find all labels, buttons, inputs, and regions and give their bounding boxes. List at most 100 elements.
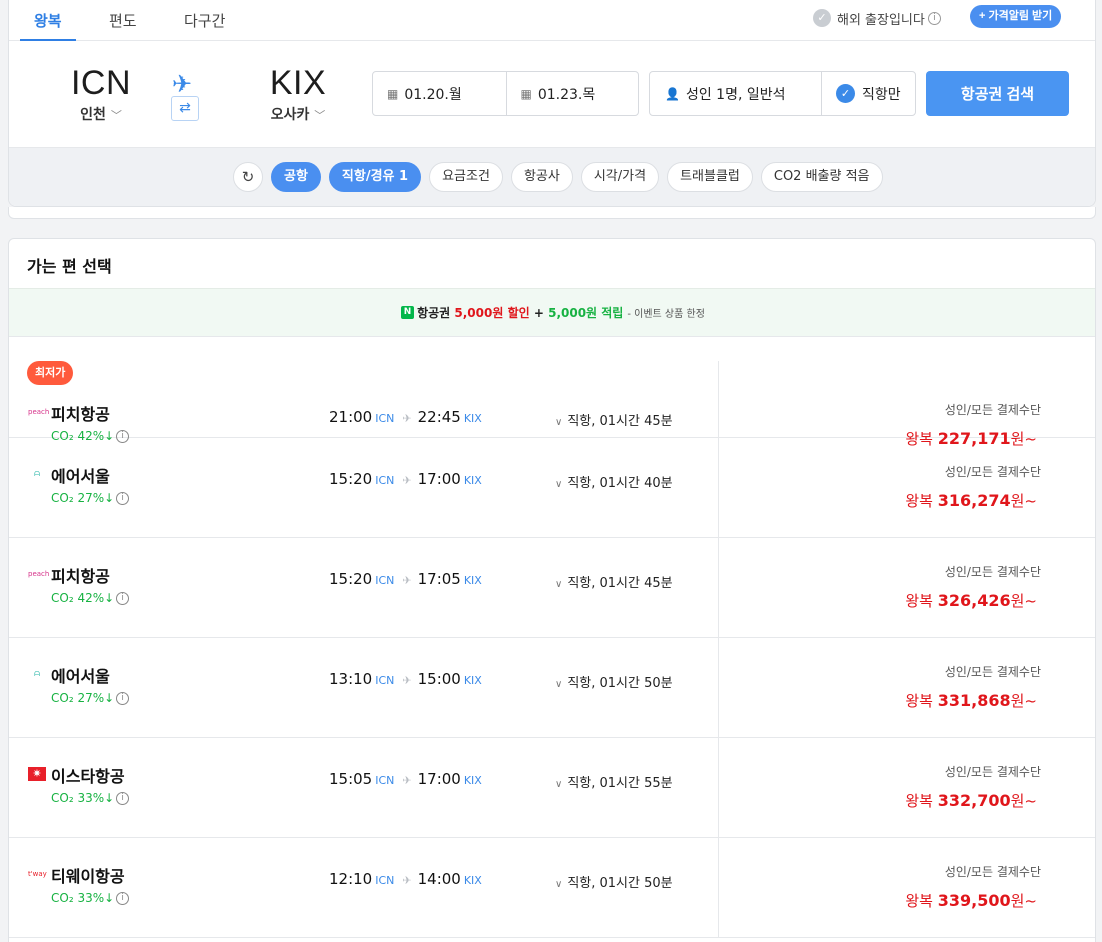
filter-chip-fare[interactable]: 요금조건 (429, 162, 503, 192)
flight-row[interactable]: ᗩ 에어서울 CO₂ 27%↓ i 13:10 ICN ✈ 15:00 KIX … (9, 638, 1095, 738)
price-amount: 331,868 (937, 691, 1011, 710)
filter-bar: ↻ 공항 직항/경유 1 요금조건 항공사 시각/가격 트래블클럽 CO2 배출… (9, 147, 1095, 206)
chevron-down-icon: ∨ (555, 417, 563, 428)
divider (718, 538, 719, 638)
price-unit: 원~ (1010, 692, 1037, 710)
destination-code: KIX (269, 64, 327, 102)
business-trip-toggle[interactable]: ✓ 해외 출장입니다 i (813, 8, 941, 28)
payment-condition: 성인/모든 결제수단 (944, 865, 1041, 879)
info-icon[interactable]: i (116, 791, 130, 805)
departure-time: 15:20 (329, 470, 373, 488)
arrival-airport: KIX (463, 674, 482, 687)
arrival-time: 22:45 (417, 408, 461, 426)
promo-plus: + (533, 305, 544, 320)
direct-only-checkbox[interactable]: ✓ 직항만 (822, 72, 915, 115)
swap-airports-button[interactable]: ⇄ (171, 96, 199, 121)
info-icon[interactable]: i (116, 591, 130, 605)
price-unit: 원~ (1010, 892, 1037, 910)
price-unit: 원~ (1010, 592, 1037, 610)
flight-duration[interactable]: ∨ 직항, 01시간 50분 (555, 672, 673, 691)
arrival-time: 17:05 (417, 570, 461, 588)
departure-airport: ICN (375, 474, 395, 487)
flight-duration[interactable]: ∨ 직항, 01시간 50분 (555, 872, 673, 891)
flight-price[interactable]: 왕복 332,700원~ (905, 790, 1037, 811)
flight-row[interactable]: ᗩ 에어서울 CO₂ 27%↓ i 15:20 ICN ✈ 17:00 KIX … (9, 438, 1095, 538)
filter-chip-stops[interactable]: 직항/경유 1 (328, 162, 422, 192)
flight-price[interactable]: 왕복 331,868원~ (905, 690, 1037, 711)
chevron-down-icon: ∨ (555, 479, 563, 490)
flight-price[interactable]: 왕복 339,500원~ (905, 890, 1037, 911)
airline-name: 에어서울 (51, 667, 110, 686)
flight-duration[interactable]: ∨ 직항, 01시간 45분 (555, 410, 673, 429)
passenger-selector[interactable]: 👤 성인 1명, 일반석 (650, 72, 822, 115)
trip-type: 왕복 (905, 792, 933, 810)
flight-duration[interactable]: ∨ 직항, 01시간 40분 (555, 472, 673, 491)
chevron-down-icon: ∨ (555, 679, 563, 690)
calendar-icon: ▦ (387, 86, 399, 101)
trip-type: 왕복 (905, 492, 933, 510)
departure-airport: ICN (375, 412, 395, 425)
airline-logo-icon: peach (28, 408, 50, 416)
origin-airport[interactable]: ICN 인천 ﹀ (49, 64, 153, 124)
calendar-icon: ▦ (520, 86, 532, 101)
filter-chip-travel-club[interactable]: 트래블클럽 (667, 162, 753, 192)
active-tab-indicator (20, 39, 76, 41)
airplane-icon: ✈ (172, 70, 193, 98)
flight-price[interactable]: 왕복 326,426원~ (905, 590, 1037, 611)
naver-n-icon: N (401, 306, 415, 319)
business-trip-label: 해외 출장입니다 (837, 12, 925, 28)
arrival-time: 17:00 (417, 470, 461, 488)
co2-reduction: CO₂ 27%↓ i (51, 691, 130, 705)
info-icon[interactable]: i (116, 891, 130, 905)
co2-value: CO₂ 27%↓ (51, 491, 115, 505)
panel-bottom-edge (8, 207, 1096, 219)
airline-logo-icon: peach (28, 570, 50, 578)
filter-chip-time-price[interactable]: 시각/가격 (580, 162, 660, 192)
direct-only-label: 직항만 (862, 86, 901, 103)
flight-duration[interactable]: ∨ 직항, 01시간 55분 (555, 772, 673, 791)
check-circle-icon: ✓ (813, 9, 831, 27)
info-icon[interactable]: i (116, 491, 130, 505)
flight-price[interactable]: 왕복 316,274원~ (905, 490, 1037, 511)
depart-date: 01.20.월 (404, 86, 462, 103)
tab-one-way[interactable]: 편도 (109, 10, 137, 31)
flight-duration[interactable]: ∨ 직항, 01시간 45분 (555, 572, 673, 591)
duration-text: 직항, 01시간 50분 (567, 676, 673, 691)
price-alert-button[interactable]: + 가격알림 받기 (970, 5, 1062, 28)
promo-banner[interactable]: N 항공권 5,000원 할인 + 5,000원 적립 - 이벤트 상품 한정 (9, 288, 1095, 337)
info-icon[interactable]: i (116, 691, 130, 705)
depart-date-field[interactable]: ▦ 01.20.월 (373, 72, 506, 115)
return-date-field[interactable]: ▦ 01.23.목 (505, 72, 639, 115)
co2-reduction: CO₂ 33%↓ i (51, 791, 130, 805)
flight-times: 15:20 ICN ✈ 17:05 KIX (329, 570, 482, 588)
filter-chips: ↻ 공항 직항/경유 1 요금조건 항공사 시각/가격 트래블클럽 CO2 배출… (233, 162, 883, 192)
flight-times: 13:10 ICN ✈ 15:00 KIX (329, 670, 482, 688)
chevron-down-icon: ∨ (555, 579, 563, 590)
airplane-icon: ✈ (402, 574, 412, 587)
flight-times: 15:20 ICN ✈ 17:00 KIX (329, 470, 482, 488)
tab-round-trip[interactable]: 왕복 (34, 10, 62, 31)
flight-search-button[interactable]: 항공권 검색 (926, 71, 1069, 116)
airline-name: 에어서울 (51, 467, 110, 486)
refresh-filters-button[interactable]: ↻ (233, 162, 263, 192)
payment-condition: 성인/모든 결제수단 (944, 465, 1041, 479)
departure-time: 12:10 (329, 870, 373, 888)
price-amount: 316,274 (937, 491, 1011, 510)
trip-type: 왕복 (905, 892, 933, 910)
divider (718, 738, 719, 838)
flight-row[interactable]: peach 피치항공 CO₂ 42%↓ i 15:20 ICN ✈ 17:05 … (9, 538, 1095, 638)
flight-row[interactable]: ✷ 이스타항공 CO₂ 33%↓ i 15:05 ICN ✈ 17:00 KIX… (9, 738, 1095, 838)
arrival-airport: KIX (463, 474, 482, 487)
duration-text: 직항, 01시간 45분 (567, 414, 673, 429)
flight-row[interactable]: t'way 티웨이항공 CO₂ 33%↓ i 12:10 ICN ✈ 14:00… (9, 838, 1095, 938)
filter-chip-airline[interactable]: 항공사 (510, 162, 573, 192)
chevron-down-icon: ﹀ (314, 109, 326, 122)
filter-chip-airport[interactable]: 공항 (271, 162, 321, 192)
tab-multi-city[interactable]: 다구간 (184, 10, 225, 31)
arrival-airport: KIX (463, 412, 482, 425)
destination-airport[interactable]: KIX 오사카 ﹀ (255, 64, 341, 124)
info-icon[interactable]: i (927, 11, 941, 25)
filter-chip-co2[interactable]: CO2 배출량 적음 (760, 162, 883, 192)
refresh-icon: ↻ (241, 168, 255, 186)
flight-row[interactable]: 최저가 peach 피치항공 CO₂ 42%↓ i 21:00 ICN ✈ 22… (9, 338, 1095, 453)
